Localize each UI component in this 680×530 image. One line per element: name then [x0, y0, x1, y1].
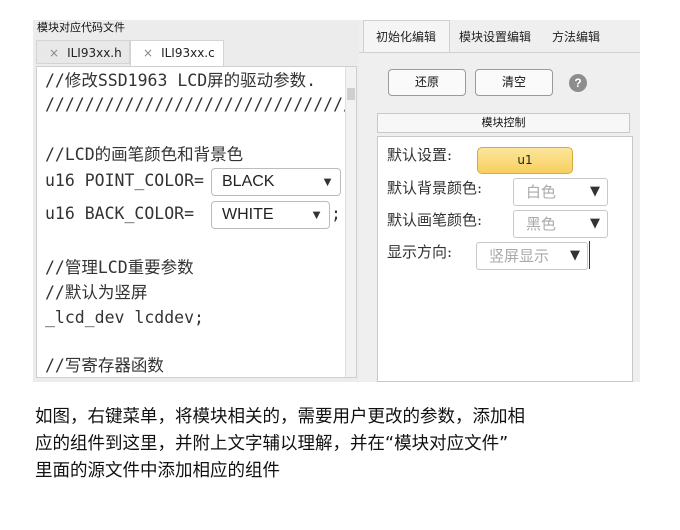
text-caret	[589, 241, 590, 269]
group-title: 模块控制	[377, 113, 630, 133]
tab-ili93xx-h[interactable]: × ILI93xx.h	[36, 40, 130, 64]
back-color-select[interactable]: WHITE ▼	[211, 201, 330, 229]
module-edit-panel: 初始化编辑 模块设置编辑 方法编辑 还原 清空 ? 模块控制 默认设置: u1 …	[359, 20, 640, 382]
bg-color-select[interactable]: 白色 ▼	[513, 178, 608, 206]
prop-label-default-setting: 默认设置:	[387, 146, 453, 164]
caption-line: 应的组件到这里，并附上文字辅以理解，并在“模块对应文件”	[35, 434, 509, 454]
code-file-panel: 模块对应代码文件 × ILI93xx.h × ILI93xx.c //修改SSD19…	[33, 20, 359, 382]
tab-label: ILI93xx.h	[67, 46, 122, 60]
select-value: 黑色	[526, 215, 557, 233]
restore-button[interactable]: 还原	[388, 69, 466, 96]
caption-line: 里面的源文件中添加相应的组件	[35, 461, 280, 481]
prop-label-pen-color: 默认画笔颜色:	[387, 211, 483, 229]
tab-ili93xx-c[interactable]: × ILI93xx.c	[130, 40, 224, 66]
code-line: //LCD的画笔颜色和背景色	[45, 145, 244, 164]
clear-button[interactable]: 清空	[475, 69, 553, 96]
code-editor[interactable]: //修改SSD1963 LCD屏的驱动参数. /////////////////…	[36, 66, 357, 378]
module-control-group: 默认设置: u1 默认背景颜色: 白色 ▼ 默认画笔颜色: 黑色 ▼ 显示方向:…	[377, 136, 633, 382]
tab-label: ILI93xx.c	[161, 46, 215, 60]
tab-module-settings-edit[interactable]: 模块设置编辑	[459, 28, 531, 45]
panel-title: 模块对应代码文件	[37, 21, 125, 34]
chevron-down-icon: ▼	[310, 207, 323, 222]
select-value: WHITE	[222, 206, 274, 223]
code-line: //修改SSD1963 LCD屏的驱动参数.	[45, 71, 317, 90]
vertical-scrollbar[interactable]	[345, 67, 356, 377]
point-color-select[interactable]: BLACK ▼	[211, 168, 341, 196]
code-line: _lcd_dev lcddev;	[45, 308, 204, 327]
default-setting-button[interactable]: u1	[477, 147, 573, 174]
select-value: BLACK	[222, 173, 275, 190]
help-icon[interactable]: ?	[569, 74, 587, 92]
code-line: //管理LCD重要参数	[45, 258, 194, 277]
semicolon: ;	[331, 204, 341, 223]
select-value: 白色	[526, 183, 557, 201]
close-icon[interactable]: ×	[49, 46, 59, 60]
code-line: //写寄存器函数	[45, 356, 164, 375]
orientation-select[interactable]: 竖屏显示 ▼	[476, 242, 588, 270]
prop-label-orientation: 显示方向:	[387, 243, 453, 261]
code-line: u16 POINT_COLOR=	[45, 171, 204, 190]
code-line: u16 BACK_COLOR=	[45, 204, 195, 223]
pen-color-select[interactable]: 黑色 ▼	[513, 210, 608, 238]
chevron-down-icon: ▼	[321, 174, 334, 189]
chevron-down-icon: ▼	[590, 184, 600, 199]
select-value: 竖屏显示	[489, 247, 550, 265]
scrollbar-thumb[interactable]	[347, 88, 355, 100]
tab-method-edit[interactable]: 方法编辑	[552, 28, 600, 45]
tab-divider	[359, 52, 640, 53]
tab-init-edit[interactable]: 初始化编辑	[376, 28, 436, 45]
code-line: ////////////////////////////////	[45, 95, 357, 114]
prop-label-bg-color: 默认背景颜色:	[387, 179, 483, 197]
caption-line: 如图，右键菜单，将模块相关的，需要用户更改的参数，添加相	[35, 407, 525, 427]
chevron-down-icon: ▼	[590, 216, 600, 231]
chevron-down-icon: ▼	[570, 248, 580, 263]
close-icon[interactable]: ×	[143, 46, 153, 60]
code-line: //默认为竖屏	[45, 283, 148, 302]
